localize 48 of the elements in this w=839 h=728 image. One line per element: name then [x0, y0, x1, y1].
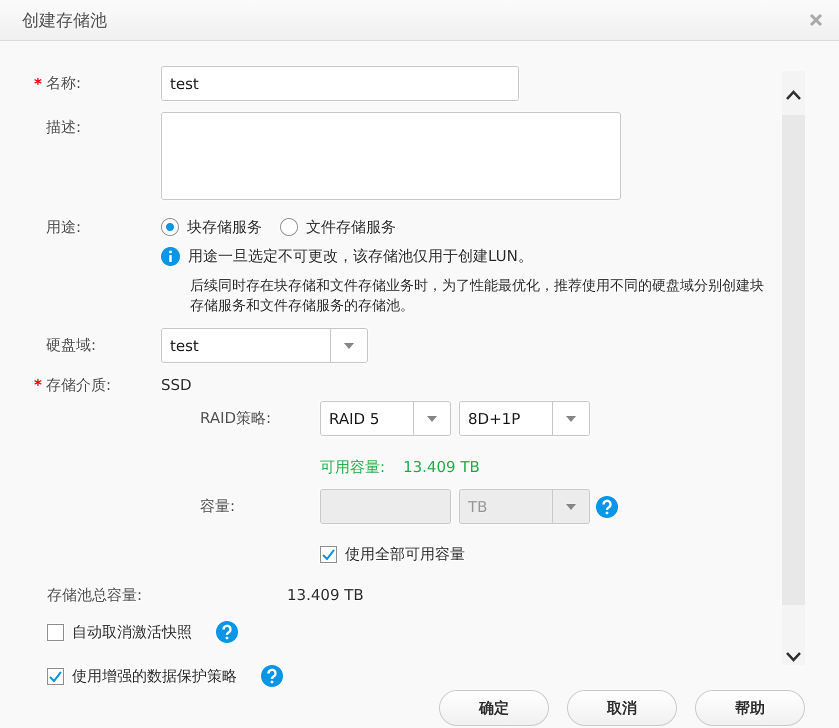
field-label: 容量:	[200, 497, 236, 516]
field-label: 用途:	[46, 218, 82, 237]
raid-level-select[interactable]: RAID 5	[320, 401, 451, 436]
radio-label: 文件存储服务	[306, 218, 396, 237]
total-capacity-value: 13.409 TB	[287, 586, 364, 604]
required-mark: *	[34, 376, 43, 394]
scroll-up-icon[interactable]	[782, 71, 805, 116]
required-mark: *	[34, 74, 43, 93]
checkbox-label: 使用增强的数据保护策略	[72, 666, 237, 686]
available-capacity-label: 可用容量:	[320, 458, 386, 477]
dialog-button[interactable]: 帮助	[695, 690, 805, 726]
dialog-button[interactable]: 确定	[439, 690, 549, 726]
info-icon	[161, 246, 180, 266]
help-icon[interactable]	[596, 496, 618, 518]
caret-icon	[343, 342, 355, 350]
field-label: 描述:	[46, 118, 82, 138]
window-title: 创建存储池	[22, 10, 107, 32]
disk-domain-select[interactable]: test	[161, 328, 368, 364]
radio-button[interactable]	[161, 218, 179, 236]
checkbox[interactable]	[47, 668, 64, 685]
note-text: 后续同时存在块存储和文件存储业务时，为了性能最优化，推荐使用不同的硬盘域分别创建块存储服务和文件存储服务的存储池。	[190, 277, 765, 316]
dialog-button[interactable]: 取消	[567, 690, 677, 726]
raid-layout-select[interactable]: 8D+1P	[459, 401, 590, 436]
storage-medium-value: SSD	[161, 376, 192, 394]
checkbox-label: 自动取消激活快照	[72, 622, 192, 642]
caret-icon	[565, 414, 577, 423]
caret-icon	[565, 502, 577, 511]
checkbox[interactable]	[320, 546, 337, 563]
name-field[interactable]: test	[161, 66, 519, 102]
close-icon[interactable]	[809, 13, 823, 28]
caret-icon	[426, 414, 438, 423]
check-icon	[322, 548, 335, 560]
help-icon[interactable]	[216, 621, 238, 644]
field-label: RAID策略:	[200, 409, 272, 428]
total-capacity-label: 存储池总容量:	[47, 586, 142, 605]
check-icon	[49, 670, 62, 682]
description-field[interactable]	[161, 112, 621, 200]
radio-button[interactable]	[280, 218, 298, 236]
checkbox[interactable]	[47, 624, 64, 641]
available-capacity-value: 13.409 TB	[403, 458, 480, 476]
info-text: 用途一旦选定不可更改，该存储池仅用于创建LUN。	[188, 246, 533, 266]
field-label: 存储介质:	[46, 376, 112, 395]
field-label: 硬盘域:	[46, 336, 96, 356]
radio-label: 块存储服务	[187, 218, 262, 237]
checkbox-label: 使用全部可用容量	[345, 544, 465, 564]
help-icon[interactable]	[261, 665, 283, 688]
field-label: 名称:	[46, 74, 82, 94]
scroll-down-icon[interactable]	[782, 605, 805, 666]
